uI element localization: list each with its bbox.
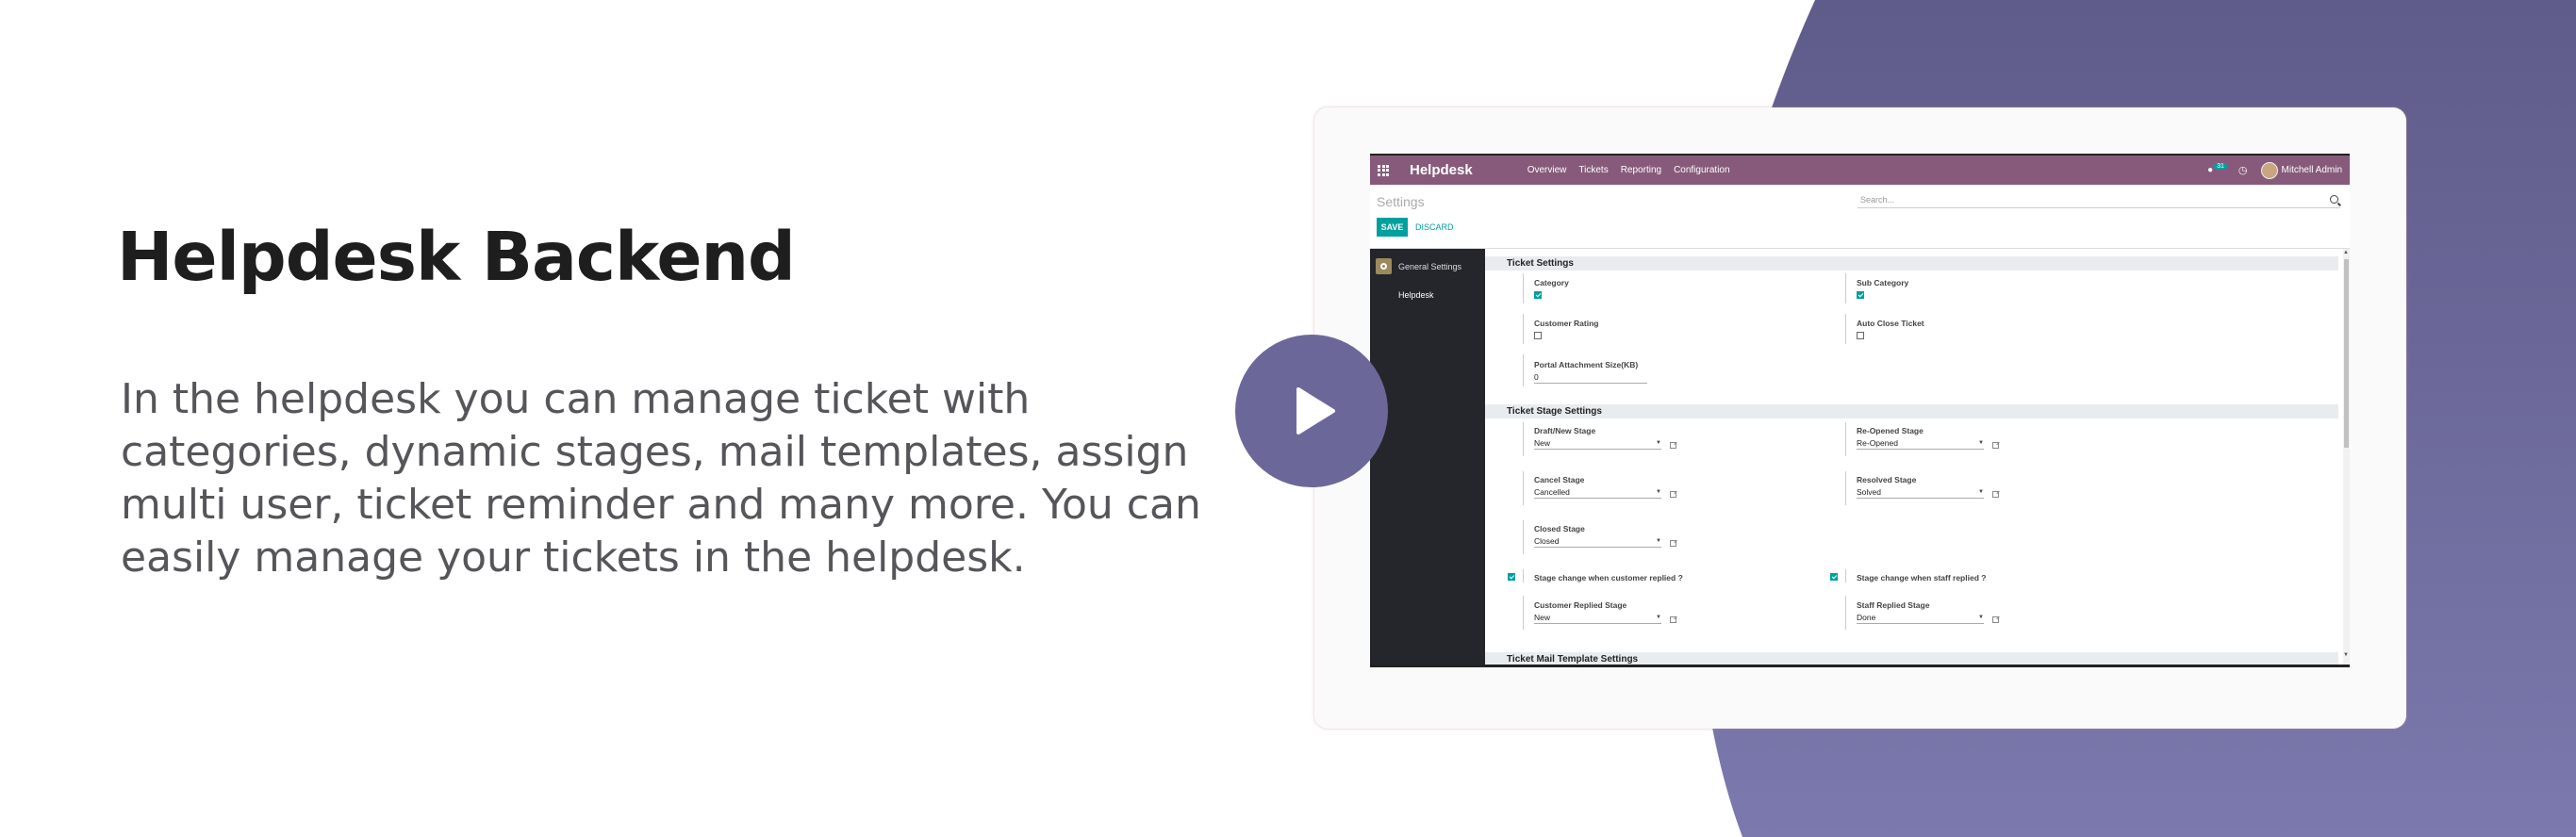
sub-category-checkbox[interactable]: [1857, 291, 1864, 299]
sub-category-field: Sub Category: [1857, 278, 1908, 301]
external-link-icon[interactable]: [1670, 616, 1676, 623]
customer-replied-stage-select[interactable]: New ▼: [1534, 613, 1661, 624]
external-link-icon[interactable]: [1670, 442, 1676, 449]
scroll-up-icon[interactable]: ▲: [2343, 250, 2349, 255]
breadcrumb-title: Settings: [1377, 194, 1425, 209]
chevron-down-icon: ▼: [1656, 615, 1661, 620]
draft-stage-select[interactable]: New ▼: [1534, 438, 1661, 450]
customer-replied-checkbox[interactable]: [1508, 573, 1515, 581]
settings-form: Ticket Settings Category Sub Category Cu…: [1485, 249, 2343, 665]
menu-overview[interactable]: Overview: [1527, 165, 1567, 175]
section-stage-settings: Ticket Stage Settings: [1485, 404, 2338, 418]
staff-replied-stage-select[interactable]: Done ▼: [1857, 613, 1984, 624]
app-name: Helpdesk: [1410, 162, 1473, 178]
category-field: Category: [1534, 278, 1569, 301]
user-name[interactable]: Mitchell Admin: [2282, 165, 2342, 175]
chevron-down-icon: ▼: [1978, 440, 1984, 446]
sidebar-item-helpdesk[interactable]: Helpdesk: [1398, 290, 1434, 300]
category-checkbox[interactable]: [1534, 291, 1542, 299]
chat-icon[interactable]: ● 31: [2207, 163, 2227, 175]
chat-count-badge: 31: [2214, 163, 2227, 170]
draft-stage-field: Draft/New Stage: [1534, 426, 1596, 435]
discard-button[interactable]: DISCARD: [1415, 218, 1454, 237]
search-input[interactable]: Search...: [1858, 193, 2340, 208]
staff-replied-toggle: Stage change when staff replied ?: [1857, 573, 1987, 583]
staff-replied-checkbox[interactable]: [1830, 573, 1838, 581]
auto-close-checkbox[interactable]: [1857, 332, 1864, 339]
cancel-stage-field: Cancel Stage: [1534, 475, 1585, 484]
chevron-down-icon: ▼: [1978, 615, 1984, 620]
page-title: Helpdesk Backend: [117, 218, 796, 296]
chevron-down-icon: ▼: [1656, 489, 1661, 495]
apps-grid-icon[interactable]: [1378, 164, 1389, 176]
external-link-icon[interactable]: [1670, 540, 1676, 547]
attachment-size-field: Portal Attachment Size(KB): [1534, 360, 1639, 369]
external-link-icon[interactable]: [1670, 491, 1676, 498]
resolved-stage-select[interactable]: Solved ▼: [1857, 487, 1984, 499]
settings-sidebar: General Settings Helpdesk: [1370, 249, 1485, 665]
top-navbar: Helpdesk Overview Tickets Reporting Conf…: [1370, 156, 2350, 185]
app-screenshot: Helpdesk Overview Tickets Reporting Conf…: [1370, 154, 2350, 667]
menu-tickets[interactable]: Tickets: [1578, 165, 1608, 175]
play-button[interactable]: [1235, 335, 1388, 487]
closed-stage-field: Closed Stage: [1534, 524, 1585, 533]
closed-stage-select[interactable]: Closed ▼: [1534, 536, 1661, 548]
scrollbar-thumb[interactable]: [2344, 259, 2349, 448]
reopened-stage-select[interactable]: Re-Opened ▼: [1857, 438, 1984, 450]
save-button[interactable]: SAVE: [1377, 218, 1408, 237]
auto-close-field: Auto Close Ticket: [1857, 319, 1924, 341]
search-icon[interactable]: [2330, 195, 2338, 204]
external-link-icon[interactable]: [1992, 442, 1999, 449]
scroll-down-icon[interactable]: ▼: [2343, 652, 2349, 658]
customer-rating-checkbox[interactable]: [1534, 332, 1542, 339]
customer-replied-toggle: Stage change when customer replied ?: [1534, 573, 1683, 583]
avatar[interactable]: [2260, 161, 2278, 179]
menu-configuration[interactable]: Configuration: [1674, 165, 1729, 175]
customer-rating-field: Customer Rating: [1534, 319, 1598, 341]
chevron-down-icon: ▼: [1656, 538, 1661, 544]
chevron-down-icon: ▼: [1978, 489, 1984, 495]
page-description: In the helpdesk you can manage ticket wi…: [121, 375, 1201, 582]
resolved-stage-field: Resolved Stage: [1857, 475, 1917, 484]
staff-replied-stage-field: Staff Replied Stage: [1857, 600, 1930, 610]
reopened-stage-field: Re-Opened Stage: [1857, 426, 1924, 435]
cancel-stage-select[interactable]: Cancelled ▼: [1534, 487, 1661, 499]
search-placeholder: Search...: [1860, 195, 1895, 205]
menu-reporting[interactable]: Reporting: [1621, 165, 1661, 175]
play-icon: [1296, 387, 1335, 435]
clock-icon[interactable]: ◷: [2238, 164, 2248, 176]
section-mail-settings: Ticket Mail Template Settings: [1485, 652, 2338, 665]
attachment-size-input[interactable]: 0: [1534, 372, 1647, 384]
sidebar-item-general[interactable]: General Settings: [1376, 258, 1461, 274]
chevron-down-icon: ▼: [1656, 440, 1661, 446]
settings-logo-icon: [1376, 258, 1392, 274]
section-ticket-settings: Ticket Settings: [1485, 256, 2338, 271]
external-link-icon[interactable]: [1992, 616, 1999, 623]
customer-replied-stage-field: Customer Replied Stage: [1534, 600, 1627, 610]
external-link-icon[interactable]: [1992, 491, 1999, 498]
sidebar-item-label: General Settings: [1398, 261, 1462, 271]
